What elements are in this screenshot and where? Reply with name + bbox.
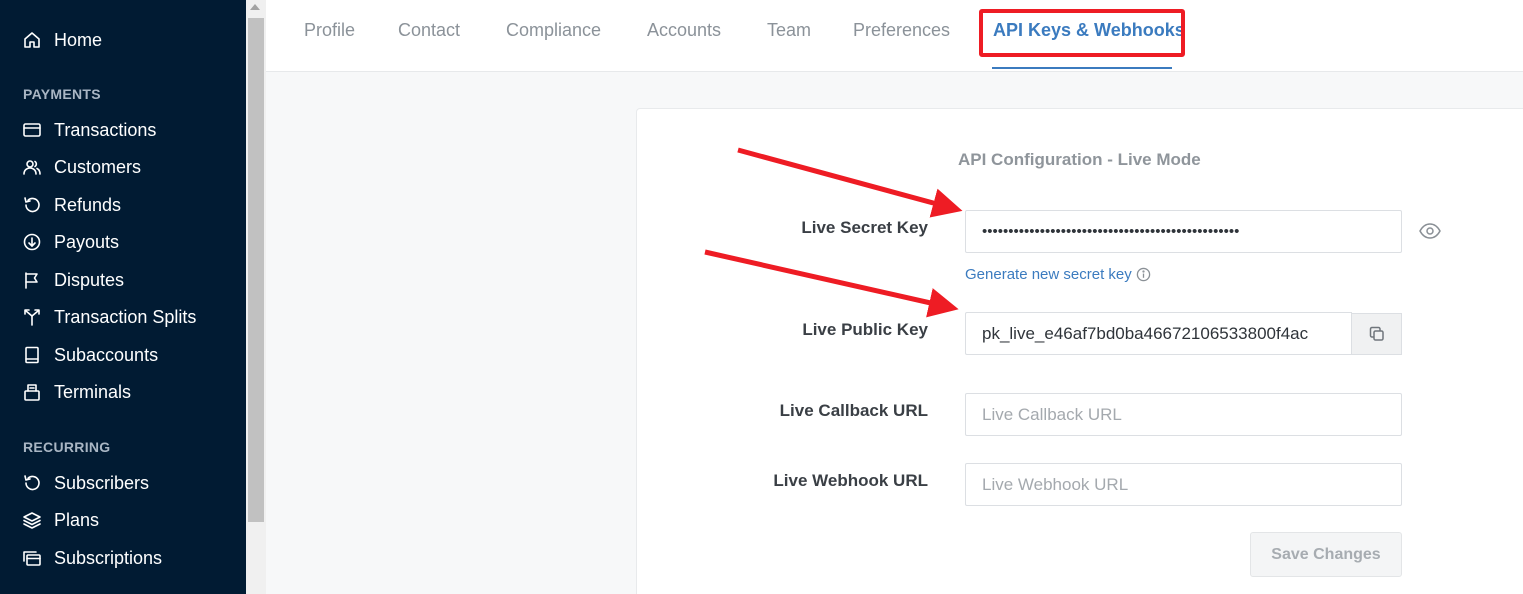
generate-secret-key-link[interactable]: Generate new secret key [965,266,1151,283]
generate-secret-key-label: Generate new secret key [965,266,1132,283]
sidebar-item-label: Payouts [54,231,120,252]
live-secret-key-field[interactable]: ••••••••••••••••••••••••••••••••••••••••… [965,210,1402,253]
split-icon [22,307,42,327]
sidebar-item-label: Terminals [54,381,132,402]
scroll-up-arrow-icon[interactable] [250,4,260,10]
public-key-value: pk_live_e46af7bd0ba46672106533800f4ac [982,323,1309,343]
sidebar-item-label: Customers [54,156,142,177]
sidebar-item-label: Disputes [54,269,125,290]
sidebar-item-customers[interactable]: Customers [22,152,141,182]
section-title-payments: PAYMENTS [23,86,101,102]
tab-api-keys-webhooks[interactable]: API Keys & Webhooks [993,20,1185,41]
live-webhook-url-label: Live Webhook URL [773,471,928,490]
book-icon [22,345,42,365]
sidebar-item-refunds[interactable]: Refunds [22,190,121,220]
scrollbar-thumb[interactable] [248,18,264,522]
sidebar-item-transactions[interactable]: Transactions [22,115,156,145]
payout-icon [22,232,42,252]
sidebar-item-subaccounts[interactable]: Subaccounts [22,340,158,370]
sidebar-item-subscribers[interactable]: Subscribers [22,468,149,498]
live-callback-url-input[interactable] [965,393,1402,436]
card-title: API Configuration - Live Mode [958,150,1201,169]
users-icon [22,157,42,177]
live-public-key-label: Live Public Key [802,320,928,339]
live-public-key-field[interactable]: pk_live_e46af7bd0ba46672106533800f4ac [965,312,1352,355]
live-webhook-url-input[interactable] [965,463,1402,506]
sidebar-item-payouts[interactable]: Payouts [22,227,119,257]
sidebar-item-label: Subscribers [54,472,150,493]
section-title-recurring: RECURRING [23,439,111,455]
live-secret-key-label: Live Secret Key [801,218,928,237]
terminal-icon [22,382,42,402]
refund-icon [22,195,42,215]
eye-icon[interactable] [1418,221,1442,241]
sidebar-item-label: Home [54,29,103,50]
sidebar-item-label: Transactions [54,119,157,140]
sidebar-item-disputes[interactable]: Disputes [22,265,124,295]
flag-icon [22,270,42,290]
live-callback-url-label: Live Callback URL [779,401,928,420]
tab-preferences[interactable]: Preferences [853,20,950,41]
secret-key-masked-value: ••••••••••••••••••••••••••••••••••••••••… [982,223,1240,240]
sidebar-item-terminals[interactable]: Terminals [22,377,131,407]
tab-contact[interactable]: Contact [398,20,460,41]
active-tab-underline [992,67,1172,69]
sidebar-item-label: Refunds [54,194,122,215]
tab-team[interactable]: Team [767,20,811,41]
info-icon[interactable] [1136,267,1151,282]
sidebar-item-label: Transaction Splits [54,306,197,327]
tab-profile[interactable]: Profile [304,20,355,41]
sidebar-item-home[interactable]: Home [22,25,102,55]
sidebar-item-subscriptions[interactable]: Subscriptions [22,543,162,573]
sidebar-item-plans[interactable]: Plans [22,505,99,535]
copy-icon [1368,325,1386,343]
tab-accounts[interactable]: Accounts [647,20,721,41]
copy-public-key-button[interactable] [1351,313,1402,355]
sidebar-item-label: Subscriptions [54,547,163,568]
home-icon [22,30,42,50]
sidebar: Home PAYMENTS Transactions Customers Ref… [0,0,246,594]
card-icon [22,120,42,140]
sidebar-item-label: Plans [54,509,100,530]
tab-compliance[interactable]: Compliance [506,20,601,41]
sidebar-item-label: Subaccounts [54,344,159,365]
layers-icon [22,510,42,530]
cards-stack-icon [22,548,42,568]
subscribers-icon [22,473,42,493]
save-changes-button[interactable]: Save Changes [1250,532,1402,577]
sidebar-item-transaction-splits[interactable]: Transaction Splits [22,302,196,332]
